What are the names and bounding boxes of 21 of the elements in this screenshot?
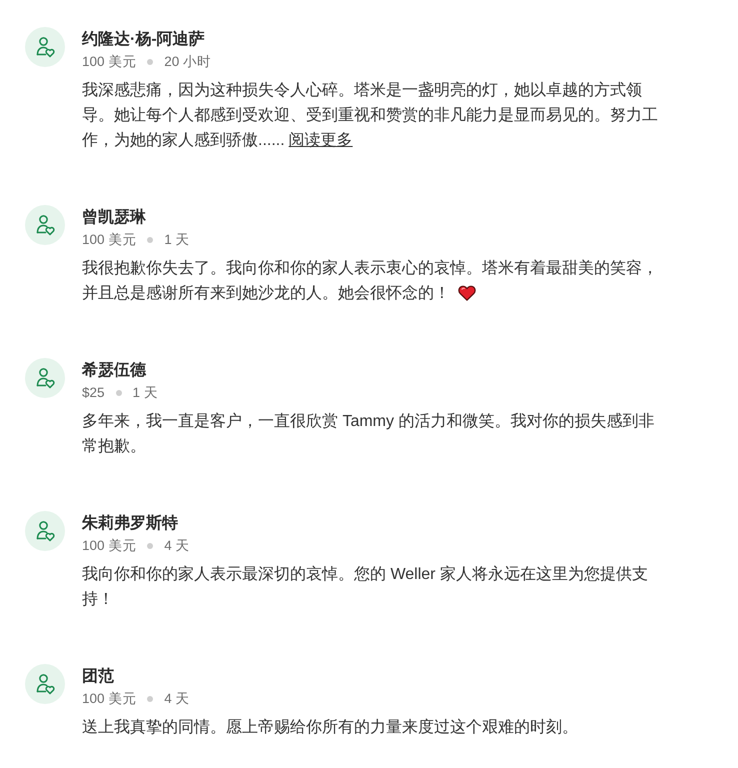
donation-amount: 100 美元	[82, 230, 136, 249]
comment-text: 多年来，我一直是客户，一直很欣赏 Tammy 的活力和微笑。我对你的损失感到非常抱歉。	[82, 412, 656, 457]
comment-text: 我深感悲痛，因为这种损失令人心碎。塔米是一盏明亮的灯，她以卓越的方式领导。她让每个人都感到受欢迎、受到重视和赞赏的非凡能力是显而易见的。努力工作，为她的家人感到骄傲...... 阅读更多	[82, 80, 659, 151]
comment-text: 我向你和你的家人表示最深切的哀悼。您的 Weller 家人将永远在这里为您提供支持！	[82, 564, 649, 610]
donation-amount: $25	[82, 384, 105, 402]
donor-name: 朱莉弗罗斯特	[82, 514, 178, 534]
donor-name: 曾凯瑟琳	[82, 208, 146, 228]
donor-name: 希瑟伍德	[82, 360, 146, 381]
donor-name: 约隆达·杨-阿迪萨	[82, 30, 205, 50]
donation-amount: 100 美元	[82, 52, 136, 71]
donation-amount: 100 美元	[82, 536, 136, 555]
donor-name: 团范	[82, 666, 114, 687]
comment-text: 我很抱歉你失去了。我向你和你的家人表示衷心的哀悼。塔米有着最甜美的笑容，并且总是感谢所有来到她沙龙的人。她会很怀念的！	[82, 258, 659, 304]
time-ago: 1 天	[132, 384, 158, 402]
time-ago: 1 天	[164, 230, 190, 249]
donation-amount: 100 美元	[82, 690, 136, 708]
comment-text: 送上我真挚的同情。愿上帝赐给你所有的力量来度过这个艰难的时刻。	[82, 718, 579, 738]
time-ago: 4 天	[164, 536, 190, 555]
time-ago: 20 小时	[164, 52, 212, 71]
read-more-link[interactable]: 阅读更多	[288, 132, 353, 149]
time-ago: 4 天	[164, 690, 190, 708]
